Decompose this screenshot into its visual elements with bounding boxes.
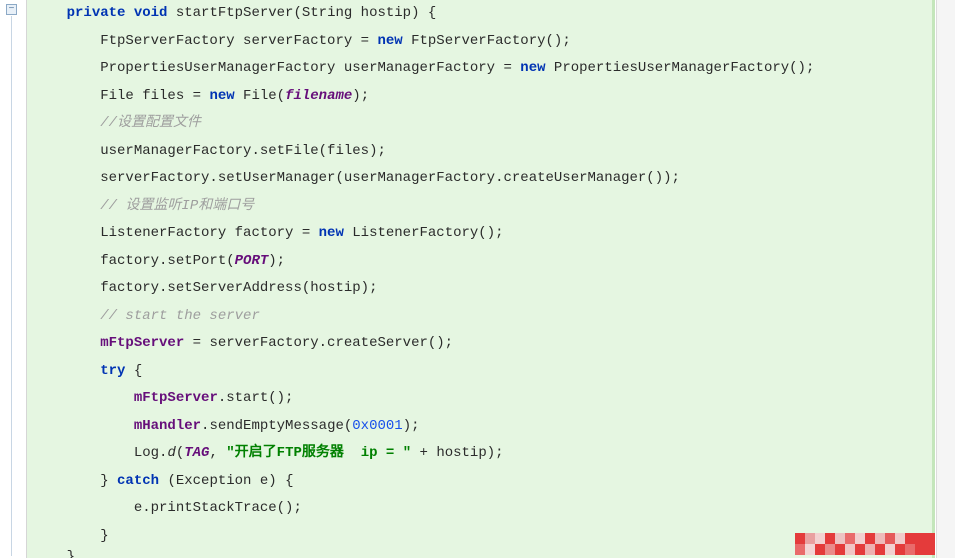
code-text: factory.setPort(	[100, 253, 234, 269]
code-text: .sendEmptyMessage(	[201, 418, 352, 434]
code-text: e.printStackTrace();	[134, 500, 302, 516]
code-text: FtpServerFactory serverFactory =	[100, 33, 377, 49]
code-text: {	[125, 363, 142, 379]
code-text: (Exception e) {	[159, 473, 293, 489]
code-line: //设置配置文件	[33, 110, 932, 138]
watermark-blur	[795, 533, 935, 555]
code-line: ListenerFactory factory = new ListenerFa…	[33, 220, 932, 248]
code-line: factory.setServerAddress(hostip);	[33, 275, 932, 303]
code-text: );	[403, 418, 420, 434]
comment: //设置配置文件	[100, 115, 201, 131]
code-text: }	[67, 549, 75, 558]
keyword: void	[134, 5, 168, 21]
code-text: PropertiesUserManagerFactory();	[546, 60, 815, 76]
keyword: try	[100, 363, 125, 379]
code-text: }	[100, 528, 108, 544]
static-call: d	[167, 445, 175, 461]
code-line: mFtpServer.start();	[33, 385, 932, 413]
code-line: private void startFtpServer(String hosti…	[33, 0, 932, 28]
keyword: new	[209, 88, 234, 104]
code-line: mHandler.sendEmptyMessage(0x0001);	[33, 413, 932, 441]
code-text: (	[176, 445, 184, 461]
code-line: e.printStackTrace();	[33, 495, 932, 523]
field-ref: mHandler	[134, 418, 201, 434]
code-line: // start the server	[33, 303, 932, 331]
field-ref: PORT	[235, 253, 269, 269]
code-text: .start();	[218, 390, 294, 406]
code-line: userManagerFactory.setFile(files);	[33, 138, 932, 166]
fold-guide-line	[11, 16, 12, 556]
code-line: Log.d(TAG, "开启了FTP服务器 ip = " + hostip);	[33, 440, 932, 468]
code-text: );	[268, 253, 285, 269]
code-line: factory.setPort(PORT);	[33, 248, 932, 276]
keyword: new	[319, 225, 344, 241]
code-line: FtpServerFactory serverFactory = new Ftp…	[33, 28, 932, 56]
code-text: = serverFactory.createServer();	[184, 335, 453, 351]
code-text: ListenerFactory factory =	[100, 225, 318, 241]
code-text: File(	[235, 88, 285, 104]
right-margin-strip	[936, 0, 955, 558]
gutter: −	[0, 0, 27, 558]
fold-toggle-icon[interactable]: −	[6, 4, 17, 15]
code-line: File files = new File(filename);	[33, 83, 932, 111]
code-line: mFtpServer = serverFactory.createServer(…	[33, 330, 932, 358]
code-text: serverFactory.setUserManager(userManager…	[100, 170, 680, 186]
field-ref: mFtpServer	[100, 335, 184, 351]
code-text: userManagerFactory.setFile(files);	[100, 143, 386, 159]
code-text: FtpServerFactory();	[403, 33, 571, 49]
code-text: + hostip);	[411, 445, 503, 461]
code-text: PropertiesUserManagerFactory userManager…	[100, 60, 520, 76]
code-text: ListenerFactory();	[344, 225, 504, 241]
editor-window: − private void startFtpServer(String hos…	[0, 0, 955, 558]
code-text: ,	[209, 445, 226, 461]
code-line: PropertiesUserManagerFactory userManager…	[33, 55, 932, 83]
keyword: private	[67, 5, 126, 21]
code-text: startFtpServer(String hostip) {	[167, 5, 436, 21]
keyword: new	[377, 33, 402, 49]
code-line: try {	[33, 358, 932, 386]
field-ref: TAG	[184, 445, 209, 461]
field-ref: filename	[285, 88, 352, 104]
code-line: // 设置监听IP和端口号	[33, 193, 932, 221]
comment: // start the server	[100, 308, 260, 324]
code-text: }	[100, 473, 117, 489]
code-text: Log.	[134, 445, 168, 461]
code-line: serverFactory.setUserManager(userManager…	[33, 165, 932, 193]
keyword: new	[520, 60, 545, 76]
field-ref: mFtpServer	[134, 390, 218, 406]
keyword: catch	[117, 473, 159, 489]
code-line: } catch (Exception e) {	[33, 468, 932, 496]
code-text: File files =	[100, 88, 209, 104]
code-text: );	[352, 88, 369, 104]
string-literal: "开启了FTP服务器 ip = "	[226, 445, 411, 461]
code-text: factory.setServerAddress(hostip);	[100, 280, 377, 296]
code-area[interactable]: private void startFtpServer(String hosti…	[27, 0, 935, 558]
number-literal: 0x0001	[352, 418, 402, 434]
comment: // 设置监听IP和端口号	[100, 198, 254, 214]
